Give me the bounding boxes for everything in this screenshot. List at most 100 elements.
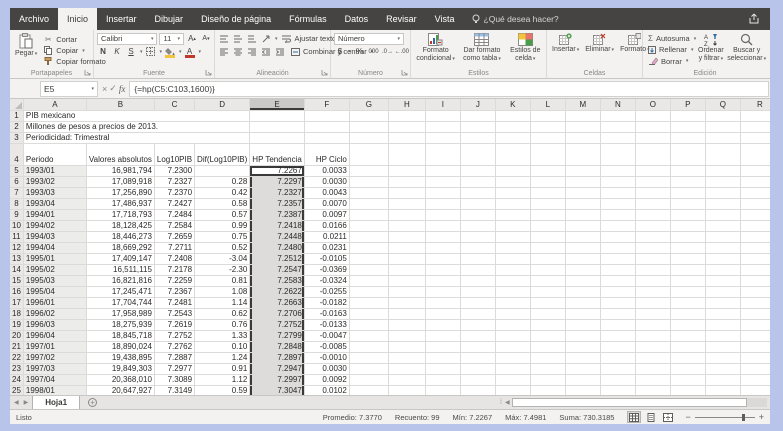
empty-cell[interactable] <box>671 144 706 166</box>
empty-cell[interactable] <box>706 166 741 177</box>
empty-cell[interactable] <box>636 210 671 221</box>
empty-cell[interactable] <box>671 265 706 276</box>
cell-B17[interactable]: 17,704,744 <box>87 298 155 309</box>
autosum-button[interactable]: ΣAutosuma▾ <box>646 33 694 44</box>
cell-E5[interactable]: 7.2267 <box>250 166 305 177</box>
title-cell-A2[interactable]: Millones de pesos a precios de 2013. <box>24 122 250 133</box>
row-header-18[interactable]: 18 <box>10 309 24 320</box>
empty-cell[interactable] <box>461 188 496 199</box>
empty-cell[interactable] <box>566 166 601 177</box>
cell-A25[interactable]: 1998/01 <box>24 386 87 395</box>
empty-cell[interactable] <box>350 221 389 232</box>
empty-cell[interactable] <box>706 375 741 386</box>
row-header-6[interactable]: 6 <box>10 177 24 188</box>
empty-cell[interactable] <box>636 375 671 386</box>
cell-F17[interactable]: -0.0182 <box>305 298 350 309</box>
empty-cell[interactable] <box>531 166 566 177</box>
empty-cell[interactable] <box>741 199 770 210</box>
empty-cell[interactable] <box>636 265 671 276</box>
empty-cell[interactable] <box>636 199 671 210</box>
column-header-N[interactable]: N <box>601 99 636 111</box>
align-center-button[interactable] <box>232 46 244 58</box>
cell-B24[interactable]: 20,368,010 <box>87 375 155 386</box>
empty-cell[interactable] <box>566 188 601 199</box>
empty-cell[interactable] <box>741 386 770 395</box>
cell-B11[interactable]: 18,446,273 <box>87 232 155 243</box>
empty-cell[interactable] <box>350 309 389 320</box>
empty-cell[interactable] <box>496 133 531 144</box>
empty-cell[interactable] <box>426 309 461 320</box>
cell-C15[interactable]: 7.2259 <box>155 276 195 287</box>
decrease-indent-button[interactable] <box>260 46 272 58</box>
empty-cell[interactable] <box>389 276 426 287</box>
empty-cell[interactable] <box>496 375 531 386</box>
cell-D5[interactable] <box>195 166 250 177</box>
ribbon-tab-dise-o-de-p-gina[interactable]: Diseño de página <box>192 8 280 30</box>
empty-cell[interactable] <box>496 254 531 265</box>
cell-F15[interactable]: -0.0324 <box>305 276 350 287</box>
ribbon-tab-vista[interactable]: Vista <box>426 8 464 30</box>
empty-cell[interactable] <box>426 331 461 342</box>
hscroll-left-icon[interactable]: ◀ <box>505 399 510 406</box>
select-all-corner[interactable] <box>10 99 24 111</box>
empty-cell[interactable] <box>671 232 706 243</box>
column-header-H[interactable]: H <box>389 99 426 111</box>
cell-C5[interactable]: 7.2300 <box>155 166 195 177</box>
empty-cell[interactable] <box>706 221 741 232</box>
empty-cell[interactable] <box>741 320 770 331</box>
ribbon-tab-dibujar[interactable]: Dibujar <box>146 8 193 30</box>
alignment-dialog-launcher[interactable] <box>321 69 329 77</box>
cell-D20[interactable]: 1.33 <box>195 331 250 342</box>
cell-E17[interactable]: 7.2663 <box>250 298 305 309</box>
empty-cell[interactable] <box>566 309 601 320</box>
empty-cell[interactable] <box>350 199 389 210</box>
empty-cell[interactable] <box>741 298 770 309</box>
empty-cell[interactable] <box>741 232 770 243</box>
empty-cell[interactable] <box>601 232 636 243</box>
empty-cell[interactable] <box>706 331 741 342</box>
empty-cell[interactable] <box>636 177 671 188</box>
empty-cell[interactable] <box>426 133 461 144</box>
empty-cell[interactable] <box>389 144 426 166</box>
cell-E8[interactable]: 7.2357 <box>250 199 305 210</box>
cell-A21[interactable]: 1997/01 <box>24 342 87 353</box>
cell-C20[interactable]: 7.2752 <box>155 331 195 342</box>
cell-B22[interactable]: 19,438,895 <box>87 353 155 364</box>
empty-cell[interactable] <box>671 243 706 254</box>
align-middle-button[interactable] <box>232 33 244 45</box>
increase-indent-button[interactable] <box>274 46 286 58</box>
empty-cell[interactable] <box>461 254 496 265</box>
empty-cell[interactable] <box>461 210 496 221</box>
number-format-select[interactable]: Número▾ <box>334 33 404 45</box>
empty-cell[interactable] <box>636 221 671 232</box>
cell-D17[interactable]: 1.14 <box>195 298 250 309</box>
cell-A12[interactable]: 1994/04 <box>24 243 87 254</box>
cell-styles-button[interactable]: Estilos de celda▾ <box>507 32 544 67</box>
empty-cell[interactable] <box>566 298 601 309</box>
cell-C14[interactable]: 7.2178 <box>155 265 195 276</box>
percent-format-button[interactable]: % <box>354 46 366 58</box>
cell-D23[interactable]: 0.91 <box>195 364 250 375</box>
increase-font-size-button[interactable]: A▴ <box>186 33 198 45</box>
cell-C23[interactable]: 7.2977 <box>155 364 195 375</box>
cell-C6[interactable]: 7.2327 <box>155 177 195 188</box>
column-header-A[interactable]: A <box>24 99 87 111</box>
empty-cell[interactable] <box>706 298 741 309</box>
empty-cell[interactable] <box>389 342 426 353</box>
row-header-10[interactable]: 10 <box>10 221 24 232</box>
column-header-C[interactable]: C <box>155 99 195 111</box>
column-header-J[interactable]: J <box>461 99 496 111</box>
cell-C25[interactable]: 7.3149 <box>155 386 195 395</box>
insert-cells-button[interactable]: Insertar▾ <box>550 32 581 67</box>
cell-A9[interactable]: 1994/01 <box>24 210 87 221</box>
empty-cell[interactable] <box>566 353 601 364</box>
empty-cell[interactable] <box>706 188 741 199</box>
empty-cell[interactable] <box>531 375 566 386</box>
column-header-P[interactable]: P <box>671 99 706 111</box>
decrease-decimal-button[interactable]: ←.00 <box>396 46 408 58</box>
empty-cell[interactable] <box>636 298 671 309</box>
cell-E11[interactable]: 7.2448 <box>250 232 305 243</box>
cell-B18[interactable]: 17,958,989 <box>87 309 155 320</box>
empty-cell[interactable] <box>496 144 531 166</box>
empty-cell[interactable] <box>305 122 350 133</box>
